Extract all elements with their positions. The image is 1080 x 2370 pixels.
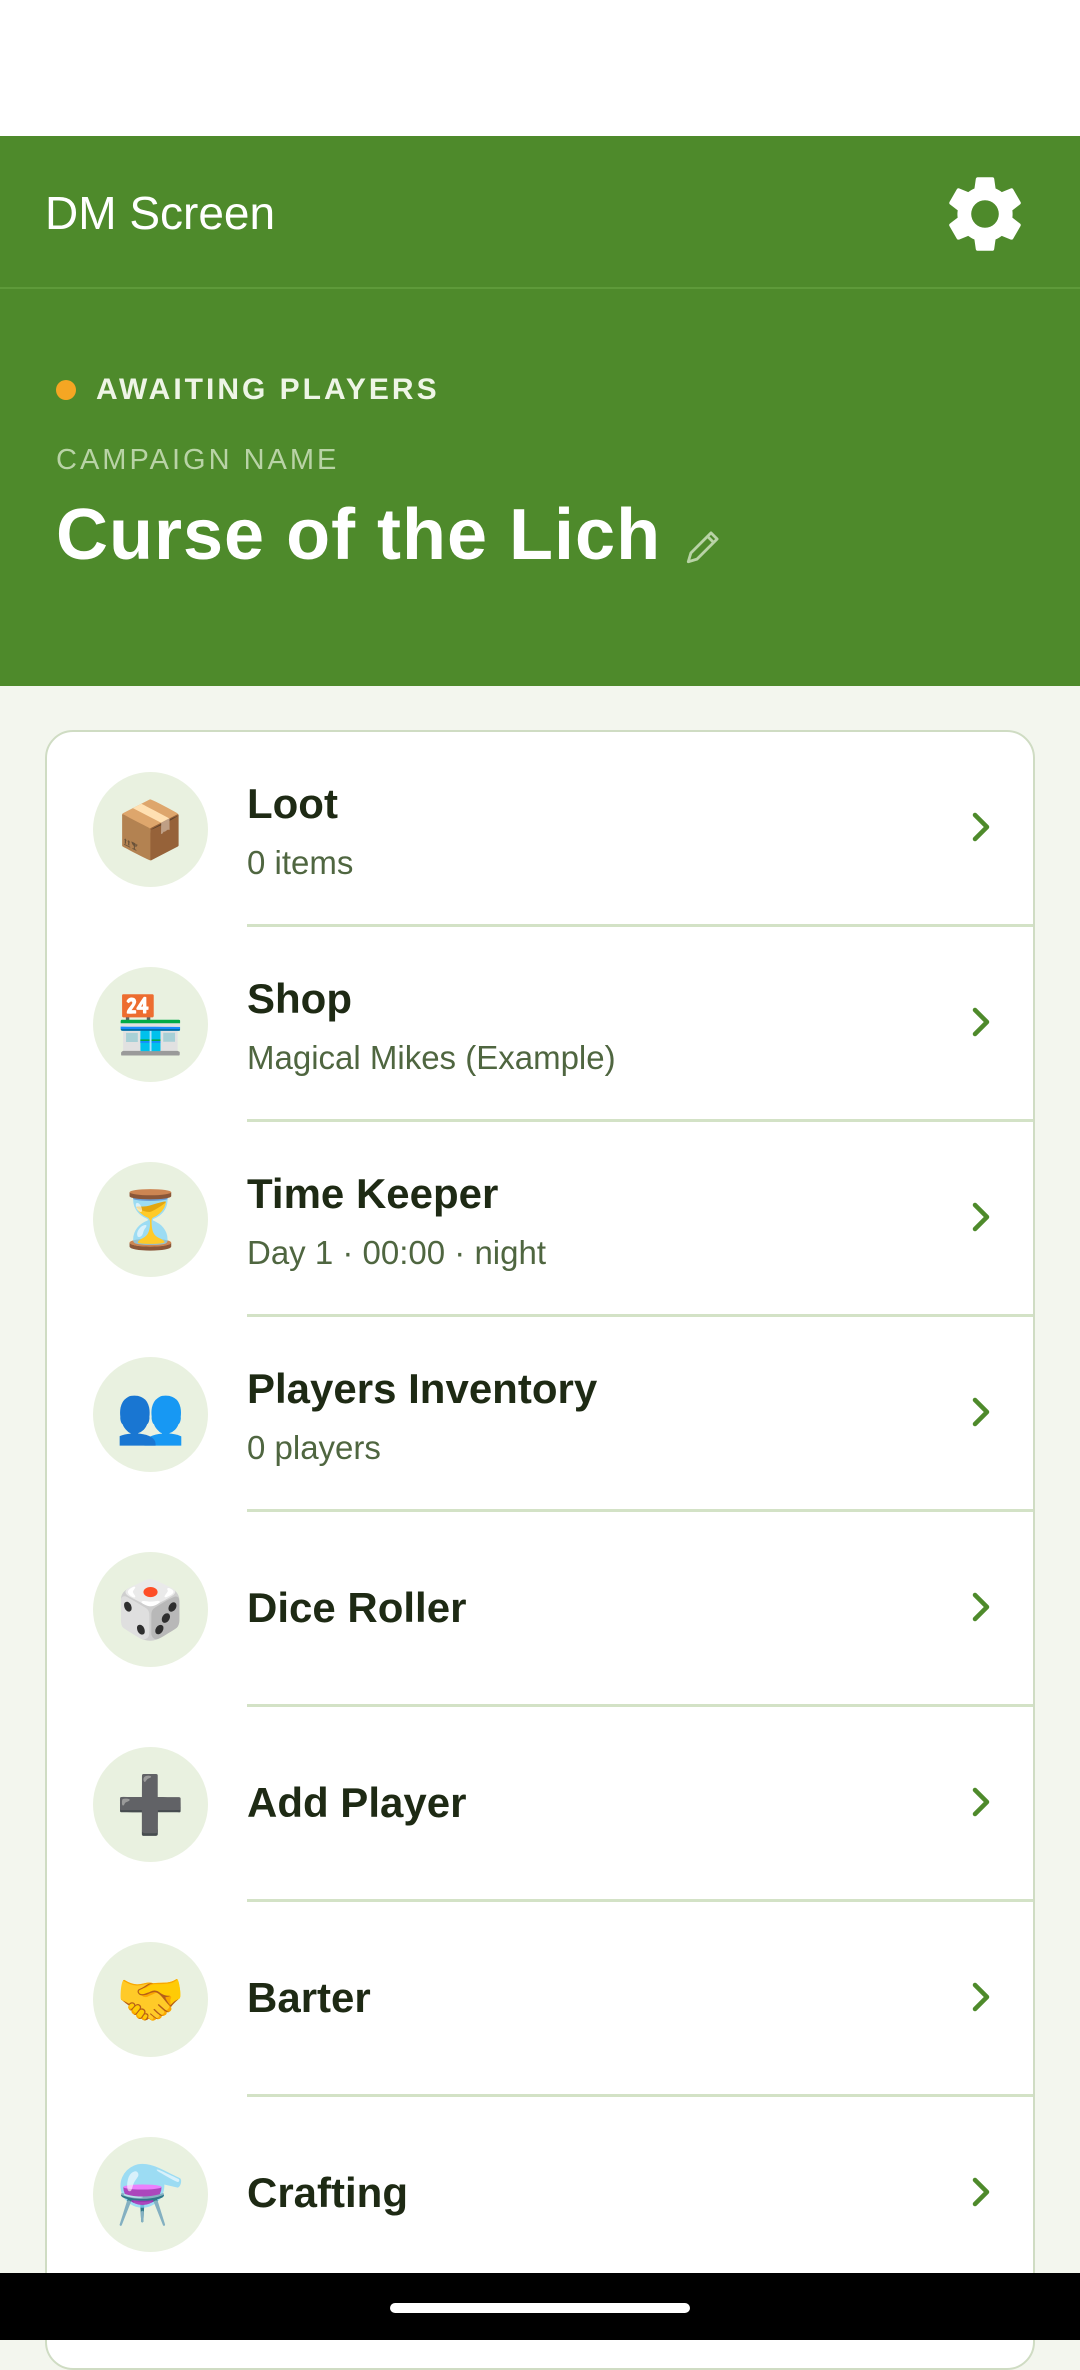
chevron-right-icon [972, 1007, 990, 1037]
chevron-right-icon [972, 812, 990, 842]
campaign-label: CAMPAIGN NAME [56, 444, 340, 476]
status-row: AWAITING PLAYERS [56, 373, 440, 407]
chevron-right-icon [972, 1787, 990, 1817]
menu-item-title: Players Inventory [247, 1365, 598, 1412]
alembic-icon: ⚗️ [93, 2137, 208, 2252]
menu-item-subtitle: 0 items [247, 844, 354, 881]
status-dot [56, 380, 76, 400]
plus-icon: ➕ [93, 1747, 208, 1862]
handshake-icon: 🤝 [93, 1942, 208, 2057]
menu-item-title: Add Player [247, 1779, 467, 1826]
status-text: AWAITING PLAYERS [96, 373, 440, 406]
chevron-right-icon [972, 1592, 990, 1622]
chevron-right-icon [972, 1202, 990, 1232]
menu-item-shop[interactable]: 🏪 Shop Magical Mikes (Example) [47, 927, 1033, 1122]
menu-item-dice-roller[interactable]: 🎲 Dice Roller [47, 1512, 1033, 1707]
menu-item-time-keeper[interactable]: ⏳ Time Keeper Day 1 · 00:00 · night [47, 1122, 1033, 1317]
status-bar [0, 0, 1080, 136]
home-gesture-handle[interactable] [390, 2303, 690, 2313]
menu-item-title: Time Keeper [247, 1170, 499, 1217]
hourglass-icon: ⏳ [93, 1162, 208, 1277]
app-title: DM Screen [45, 187, 276, 239]
menu-item-add-player[interactable]: ➕ Add Player [47, 1707, 1033, 1902]
chevron-right-icon [972, 2177, 990, 2207]
menu-item-title: Loot [247, 780, 338, 827]
settings-button[interactable] [930, 164, 1040, 264]
menu-item-loot[interactable]: 📦 Loot 0 items [47, 732, 1033, 927]
chevron-right-icon [972, 1982, 990, 2012]
gear-icon [949, 177, 1021, 251]
pencil-icon[interactable] [683, 525, 725, 567]
campaign-name[interactable]: Curse of the Lich [56, 494, 661, 576]
menu-item-barter[interactable]: 🤝 Barter [47, 1902, 1033, 2097]
menu-item-players-inventory[interactable]: 👥 Players Inventory 0 players [47, 1317, 1033, 1512]
package-icon: 📦 [93, 772, 208, 887]
dice-icon: 🎲 [93, 1552, 208, 1667]
menu-item-title: Dice Roller [247, 1584, 467, 1631]
menu-item-title: Shop [247, 975, 352, 1022]
chevron-right-icon [972, 1397, 990, 1427]
menu-item-title: Crafting [247, 2169, 408, 2216]
store-icon: 🏪 [93, 967, 208, 1082]
campaign-header: AWAITING PLAYERS CAMPAIGN NAME Curse of … [0, 289, 1080, 686]
menu-item-subtitle: 0 players [247, 1429, 381, 1466]
navigation-bar [0, 2273, 1080, 2340]
app-bar: DM Screen [0, 136, 1080, 289]
menu-item-subtitle: Day 1 · 00:00 · night [247, 1234, 546, 1271]
people-icon: 👥 [93, 1357, 208, 1472]
campaign-name-row[interactable]: Curse of the Lich [56, 494, 725, 576]
menu-card: 📦 Loot 0 items 🏪 Shop Magical Mikes (Exa… [45, 730, 1035, 2370]
menu-item-crafting[interactable]: ⚗️ Crafting [47, 2097, 1033, 2292]
menu-item-title: Barter [247, 1974, 371, 2021]
menu-item-subtitle: Magical Mikes (Example) [247, 1039, 616, 1076]
